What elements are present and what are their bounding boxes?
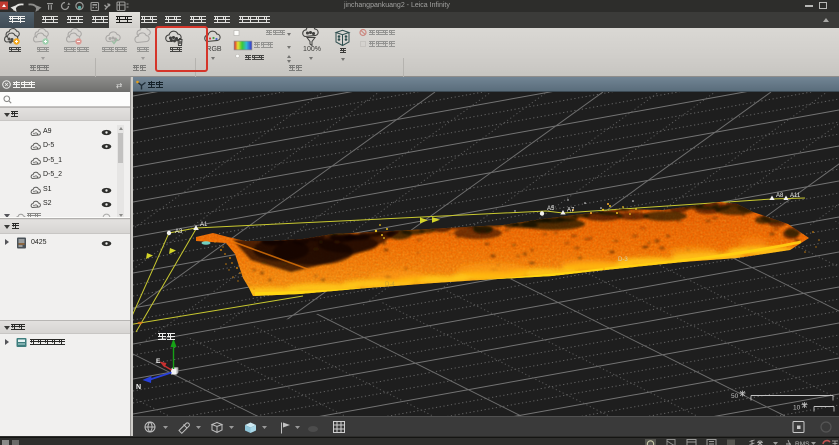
svg-text:E: E — [156, 358, 161, 365]
svg-text:A3: A3 — [175, 229, 183, 235]
svg-text:10: 10 — [793, 405, 801, 412]
svg-text:N: N — [136, 384, 141, 391]
svg-text:D-3: D-3 — [618, 257, 628, 263]
svg-text:A11: A11 — [790, 193, 801, 199]
svg-text:A1: A1 — [200, 222, 208, 228]
svg-text:RMS: RMS — [795, 441, 810, 445]
svg-text:A8: A8 — [776, 193, 784, 199]
svg-text:A5: A5 — [547, 206, 555, 212]
svg-text:50: 50 — [731, 393, 739, 400]
svg-text:D-4: D-4 — [385, 282, 395, 288]
svg-text:A7: A7 — [567, 208, 575, 214]
